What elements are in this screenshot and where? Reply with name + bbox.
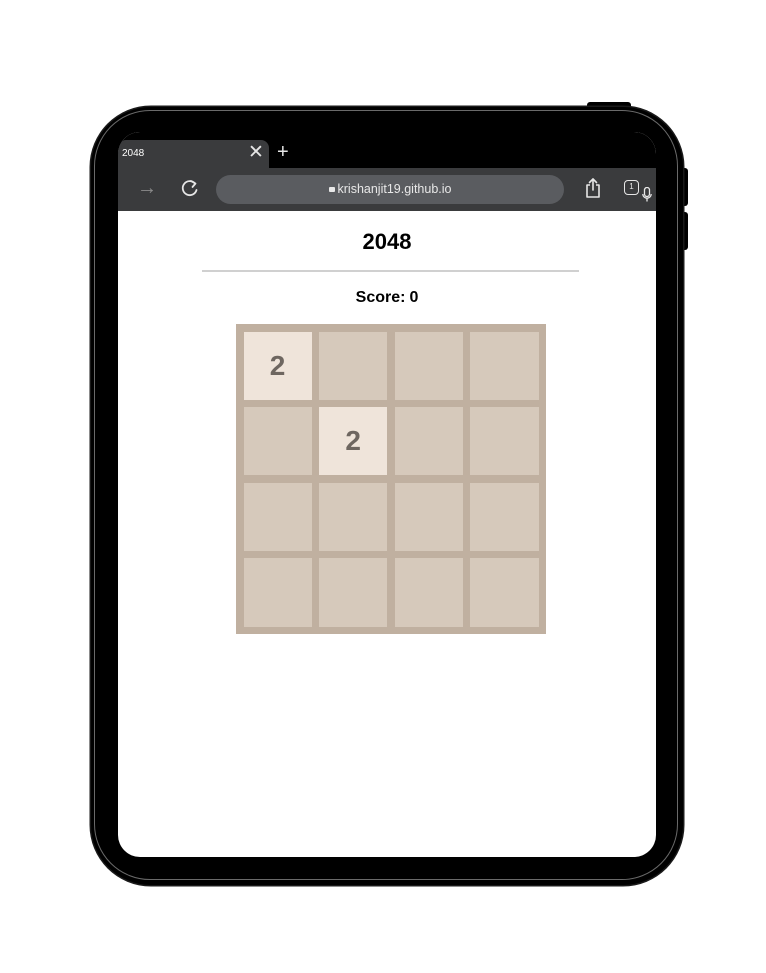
reload-icon[interactable] (180, 178, 200, 198)
close-icon[interactable]: ✕ (248, 142, 264, 164)
empty-cell (243, 407, 312, 476)
score-label: Score: (355, 289, 406, 306)
empty-cell (470, 331, 539, 400)
browser-tab-title: 2048 (122, 148, 145, 159)
empty-cell (470, 558, 539, 627)
empty-cell (394, 407, 463, 476)
url-value: krishanjit19.github.io (337, 182, 452, 196)
tabs-icon[interactable]: 1 (624, 180, 639, 195)
empty-cell (470, 407, 539, 476)
empty-cell (243, 482, 312, 551)
address-bar-text: krishanjit19.github.io (216, 182, 564, 196)
browser-tab[interactable]: 2048 ✕ (118, 140, 269, 168)
score-display: Score: 0 (118, 289, 656, 307)
plus-icon[interactable]: + (277, 141, 289, 163)
empty-cell (470, 482, 539, 551)
browser-tab-bar: 2048 ✕ + (118, 132, 656, 168)
title-divider (202, 270, 579, 272)
empty-cell (394, 558, 463, 627)
tablet-screen: 2048 ✕ + → krishanjit19.github.io 1 2048… (118, 132, 656, 857)
browser-toolbar: → krishanjit19.github.io 1 (118, 168, 656, 211)
arrow-right-icon[interactable]: → (137, 178, 157, 198)
tile-2: 2 (319, 407, 388, 476)
tile-2: 2 (243, 331, 312, 400)
microphone-icon[interactable] (642, 187, 652, 203)
empty-cell (394, 482, 463, 551)
lock-icon (328, 187, 335, 192)
empty-cell (394, 331, 463, 400)
page-title: 2048 (362, 229, 412, 254)
empty-cell (243, 558, 312, 627)
empty-cell (319, 482, 388, 551)
empty-cell (319, 331, 388, 400)
empty-cell (319, 558, 388, 627)
score-value: 0 (409, 289, 419, 306)
address-bar[interactable]: krishanjit19.github.io (216, 175, 652, 204)
share-icon[interactable] (584, 177, 602, 199)
game-board[interactable]: 22 (236, 324, 546, 634)
